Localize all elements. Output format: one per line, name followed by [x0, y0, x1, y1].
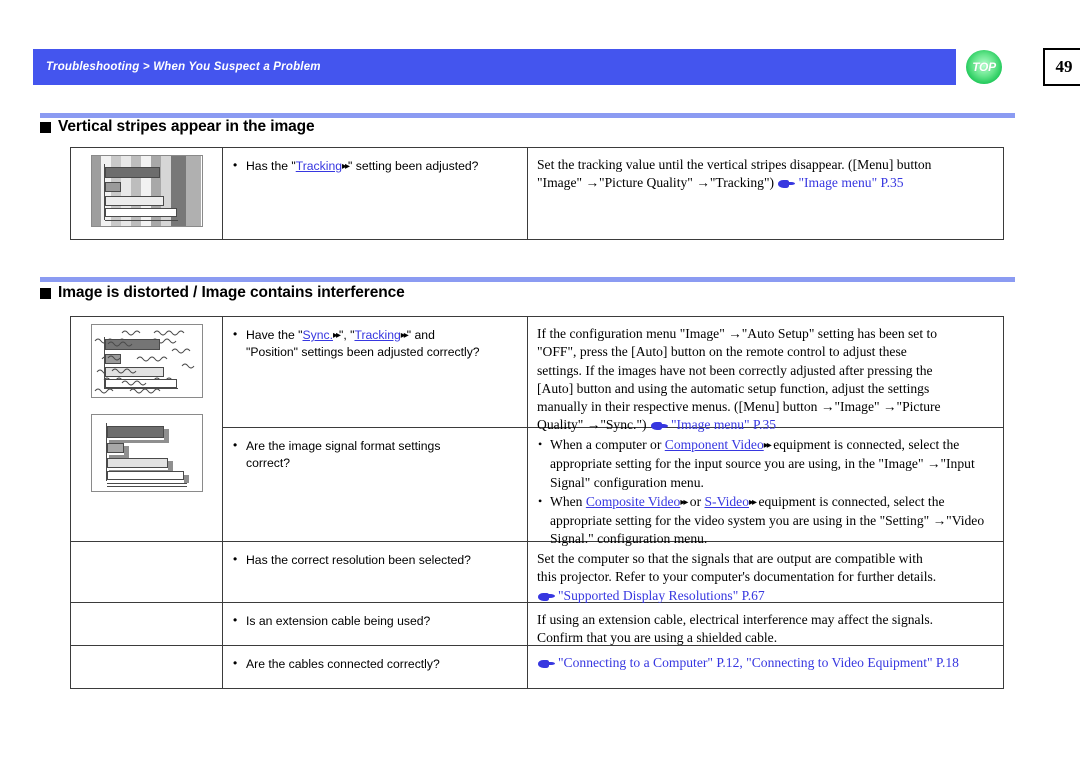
list-item: Are the image signal format settings cor…: [233, 437, 519, 472]
answer-cell: "Connecting to a Computer" P.12, "Connec…: [527, 645, 1004, 689]
breadcrumb: Troubleshooting > When You Suspect a Pro…: [46, 61, 321, 73]
table-distortion: Have the "Sync.▸▸", "Tracking▸▸" and "Po…: [70, 316, 1004, 689]
question-cell: Are the image signal format settings cor…: [222, 427, 528, 542]
section-2-heading-text: Image is distorted / Image contains inte…: [58, 284, 405, 301]
question-text: Have the ": [246, 328, 303, 342]
page-header: Troubleshooting > When You Suspect a Pro…: [33, 48, 1080, 89]
list-item: When Composite Video▸▸ or S-Video▸▸ equi…: [537, 492, 994, 549]
question-cell: Has the "Tracking▸▸" setting been adjust…: [222, 147, 528, 240]
answer-cell: Set the tracking value until the vertica…: [527, 147, 1004, 240]
pointing-hand-icon: [650, 421, 668, 431]
table-row: Have the "Sync.▸▸", "Tracking▸▸" and "Po…: [70, 316, 1004, 542]
top-button[interactable]: TOP: [966, 50, 1002, 84]
illustration-cell: [70, 147, 223, 240]
answer-text: When a computer or: [550, 437, 665, 452]
list-item: Has the correct resolution been selected…: [233, 551, 519, 569]
answer-line: "OFF", press the [Auto] button on the re…: [537, 344, 907, 360]
link-composite-video[interactable]: Composite Video: [586, 494, 680, 509]
question-cell: Has the correct resolution been selected…: [222, 541, 528, 603]
question-line-2: "Position" settings been adjusted correc…: [246, 345, 480, 359]
page-number: 49: [1055, 57, 1073, 76]
answer-line: If using an extension cable, electrical …: [537, 612, 934, 627]
list-item: Has the "Tracking▸▸" setting been adjust…: [233, 157, 519, 175]
question-cell: Is an extension cable being used?: [222, 602, 528, 646]
answer-line: [Auto] button and using the automatic se…: [537, 380, 930, 396]
question-text: Are the cables connected correctly?: [246, 657, 440, 671]
illustration-cell-empty: [70, 602, 223, 646]
illustration-cell: [70, 316, 223, 542]
link-connecting-guide[interactable]: "Connecting to a Computer" P.12, "Connec…: [558, 655, 959, 670]
pointing-hand-icon: [778, 179, 796, 189]
manual-page: Troubleshooting > When You Suspect a Pro…: [0, 0, 1080, 763]
answer-cell: Set the computer so that the signals tha…: [527, 541, 1004, 605]
table-vertical-stripes: Has the "Tracking▸▸" setting been adjust…: [70, 147, 1004, 240]
top-button-label: TOP: [972, 60, 996, 74]
answer-cell: If using an extension cable, electrical …: [527, 602, 1004, 648]
section-2-rule: [40, 277, 1015, 282]
question-line-2: correct?: [246, 456, 291, 470]
answer-text: Set the tracking value until the vertica…: [537, 156, 994, 193]
heading-bullet-icon: [40, 287, 51, 299]
link-s-video[interactable]: S-Video: [705, 494, 750, 509]
question-text-end: " setting been adjusted?: [348, 159, 479, 173]
section-1-heading-text: Vertical stripes appear in the image: [58, 118, 315, 135]
answer-text: Set the computer so that the signals tha…: [537, 550, 994, 605]
link-tracking[interactable]: Tracking: [296, 159, 342, 173]
table-row: Has the "Tracking▸▸" setting been adjust…: [70, 147, 1004, 240]
vertical-stripes-illustration: [90, 155, 203, 227]
page-number-box: 49: [1043, 48, 1080, 86]
answer-cell: When a computer or Component Video▸▸ equ…: [527, 427, 1004, 546]
wavy-interference-illustration: [90, 324, 203, 398]
answer-line: Quality" →"Sync."): [537, 417, 647, 433]
answer-text-mid: or: [686, 493, 705, 509]
link-component-video[interactable]: Component Video: [665, 437, 764, 452]
list-item: Is an extension cable being used?: [233, 612, 519, 630]
list-item: When a computer or Component Video▸▸ equ…: [537, 435, 994, 492]
list-item: Are the cables connected correctly?: [233, 655, 519, 673]
answer-line: this projector. Refer to your computer's…: [537, 569, 937, 585]
answer-text: If using an extension cable, electrical …: [537, 611, 994, 648]
link-supported-resolutions[interactable]: "Supported Display Resolutions" P.67: [558, 588, 765, 603]
question-text: Has the ": [246, 159, 296, 173]
table-row: Has the correct resolution been selected…: [70, 541, 1004, 605]
table-row: Are the cables connected correctly? "Con…: [70, 645, 1004, 689]
illustration-cell-empty: [70, 645, 223, 689]
pointing-hand-icon: [538, 659, 555, 668]
link-image-menu[interactable]: "Image menu" P.35: [798, 175, 903, 190]
question-text-mid: ", ": [339, 328, 355, 342]
answer-text: "Connecting to a Computer" P.12, "Connec…: [537, 654, 994, 672]
link-image-menu[interactable]: "Image menu" P.35: [671, 417, 776, 432]
section-1-heading: Vertical stripes appear in the image: [40, 118, 315, 136]
answer-line: If the configuration menu "Image" →"Auto…: [537, 326, 938, 341]
link-sync[interactable]: Sync.: [303, 328, 333, 342]
link-tracking[interactable]: Tracking: [354, 328, 400, 342]
question-text: Are the image signal format settings: [246, 439, 441, 453]
pointing-hand-icon: [538, 592, 555, 601]
answer-line: Set the tracking value until the vertica…: [537, 157, 932, 172]
answer-line: settings. If the images have not been co…: [537, 362, 933, 378]
question-cell: Are the cables connected correctly?: [222, 645, 528, 689]
breadcrumb-bar: Troubleshooting > When You Suspect a Pro…: [33, 49, 956, 85]
answer-text: If the configuration menu "Image" →"Auto…: [537, 325, 994, 435]
section-2-heading: Image is distorted / Image contains inte…: [40, 284, 405, 302]
question-text: Has the correct resolution been selected…: [246, 553, 471, 567]
answer-line: Set the computer so that the signals tha…: [537, 551, 923, 566]
question-text: Is an extension cable being used?: [246, 614, 431, 628]
table-row: Is an extension cable being used? If usi…: [70, 602, 1004, 648]
question-cell: Have the "Sync.▸▸", "Tracking▸▸" and "Po…: [222, 316, 528, 428]
answer-cell: If the configuration menu "Image" →"Auto…: [527, 316, 1004, 432]
illustration-cell-empty: [70, 541, 223, 603]
answer-text: When: [550, 493, 586, 509]
answer-line: "Image" →"Picture Quality" →"Tracking"): [537, 175, 775, 191]
list-item: Have the "Sync.▸▸", "Tracking▸▸" and "Po…: [233, 326, 519, 361]
ghosting-illustration: [90, 414, 203, 492]
heading-bullet-icon: [40, 121, 51, 133]
answer-line: manually in their respective menus. ([Me…: [537, 399, 941, 415]
question-text-end: " and: [406, 328, 435, 342]
